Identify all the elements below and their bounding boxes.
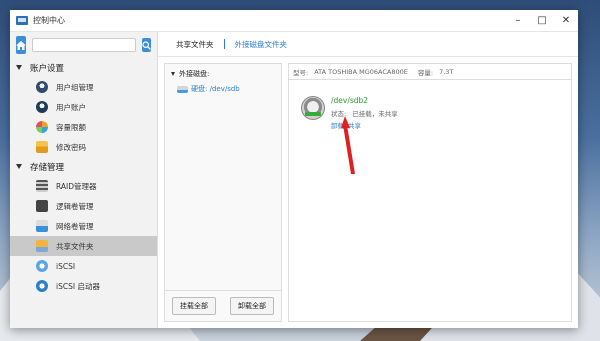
minimize-icon[interactable]: –	[512, 15, 524, 27]
capacity-value: 7.3T	[439, 67, 454, 76]
partition-status: 状态: 已挂载，未共享	[331, 108, 398, 118]
disk-item-label: 硬盘: /dev/sdb	[191, 85, 240, 93]
tab-divider	[223, 39, 225, 49]
sidebar-item-iscsi-initiator[interactable]: iSCSI 启动器	[10, 276, 157, 296]
window-controls: – □ ✕	[512, 15, 572, 27]
group-label: 存储管理	[30, 162, 65, 173]
external-disk-header[interactable]: 外接磁盘:	[165, 64, 281, 81]
partition-name: /dev/sdb2	[331, 96, 369, 105]
sidebar-search-row	[10, 32, 157, 58]
iscsi-initiator-icon	[36, 280, 48, 292]
unmount-link[interactable]: 卸载	[331, 120, 344, 130]
sidebar-item-quota[interactable]: 容量限额	[10, 117, 157, 137]
search-icon	[142, 40, 151, 50]
partition-actions: 卸载 共享	[331, 120, 398, 130]
sidebar-item-label: 修改密码	[56, 142, 86, 152]
sidebar-item-shared-folder[interactable]: 共享文件夹	[10, 236, 157, 256]
user-group-icon	[36, 81, 48, 93]
sidebar-item-label: iSCSI	[56, 261, 76, 271]
lock-icon	[36, 141, 48, 153]
sidebar-item-raid[interactable]: RAID管理器	[10, 176, 157, 196]
window-body: 账户设置 用户组管理 用户账户 容量限额 修改密码 存储管理 RAID管理器 逻…	[10, 32, 578, 328]
sidebar-item-label: 容量限额	[56, 122, 86, 132]
title-bar: 控制中心 – □ ✕	[10, 10, 578, 32]
sidebar-item-network-volume[interactable]: 网络卷管理	[10, 216, 157, 236]
sidebar-item-iscsi[interactable]: iSCSI	[10, 256, 157, 276]
sidebar-item-label: RAID管理器	[56, 181, 97, 191]
capacity-label: 容量:	[417, 68, 434, 77]
shared-folder-icon	[36, 240, 48, 252]
quota-pie-icon	[36, 121, 48, 133]
external-disk-panel: 外接磁盘: 硬盘: /dev/sdb 挂载全部 卸载全部	[164, 63, 282, 322]
sidebar-item-user-account[interactable]: 用户账户	[10, 97, 157, 117]
network-volume-icon	[36, 220, 48, 232]
model-label: 型号:	[293, 68, 309, 77]
status-value: 已挂载，未共享	[352, 110, 398, 118]
window-title: 控制中心	[33, 16, 65, 25]
close-icon[interactable]: ✕	[560, 15, 572, 27]
disk-panel-footer: 挂载全部 卸载全部	[165, 290, 281, 321]
main-area: 共享文件夹 外接磁盘文件夹 外接磁盘: 硬盘: /dev/sdb 挂载全部 卸载…	[158, 32, 578, 328]
group-account-settings[interactable]: 账户设置	[10, 58, 157, 77]
sidebar: 账户设置 用户组管理 用户账户 容量限额 修改密码 存储管理 RAID管理器 逻…	[10, 32, 158, 328]
collapse-triangle-icon	[16, 164, 22, 169]
maximize-icon[interactable]: □	[536, 15, 548, 27]
unmount-all-button[interactable]: 卸载全部	[230, 297, 274, 315]
sidebar-item-label: 逻辑卷管理	[56, 201, 94, 211]
disk-item-sdb[interactable]: 硬盘: /dev/sdb	[165, 81, 281, 94]
hard-disk-icon	[177, 85, 188, 93]
collapse-triangle-icon	[16, 65, 22, 70]
iscsi-icon	[36, 260, 48, 272]
external-disk-header-label: 外接磁盘:	[179, 70, 210, 78]
sidebar-item-label: 用户组管理	[56, 82, 94, 92]
content-area: 外接磁盘: 硬盘: /dev/sdb 挂载全部 卸载全部 型号: ATA TOS…	[158, 57, 578, 328]
sidebar-item-label: 共享文件夹	[56, 241, 94, 251]
partition-info: /dev/sdb2 状态: 已挂载，未共享 卸载 共享	[331, 96, 398, 130]
logical-volume-icon	[36, 200, 48, 212]
sidebar-item-label: 网络卷管理	[56, 221, 94, 231]
partition-card: /dev/sdb2 状态: 已挂载，未共享 卸载 共享	[289, 80, 571, 130]
sidebar-item-label: 用户账户	[56, 102, 86, 112]
mount-all-button[interactable]: 挂载全部	[172, 297, 216, 315]
sidebar-item-logical-volume[interactable]: 逻辑卷管理	[10, 196, 157, 216]
partition-disk-icon	[301, 96, 325, 120]
group-label: 账户设置	[30, 63, 65, 74]
disk-detail-panel: 型号: ATA TOSHIBA MG06ACA800E 容量: 7.3T /de…	[288, 63, 572, 322]
app-monitor-icon	[16, 16, 28, 25]
search-button[interactable]	[142, 38, 151, 52]
sidebar-item-change-password[interactable]: 修改密码	[10, 137, 157, 157]
tab-shared-folder[interactable]: 共享文件夹	[168, 39, 222, 50]
raid-icon	[36, 180, 48, 192]
share-link[interactable]: 共享	[348, 120, 361, 130]
control-center-window: 控制中心 – □ ✕ 账户设置 用户组管理 用户账户 容量限额 修改密码 存储管…	[10, 10, 578, 328]
group-storage-management[interactable]: 存储管理	[10, 157, 157, 176]
tab-external-disk-folder[interactable]: 外接磁盘文件夹	[227, 39, 296, 50]
search-input[interactable]	[32, 38, 136, 52]
home-button[interactable]	[16, 36, 26, 54]
disk-info-row: 型号: ATA TOSHIBA MG06ACA800E 容量: 7.3T	[289, 64, 571, 80]
model-value: ATA TOSHIBA MG06ACA800E	[314, 67, 408, 76]
expand-triangle-icon	[171, 72, 175, 76]
sidebar-item-label: iSCSI 启动器	[56, 281, 100, 291]
tab-bar: 共享文件夹 外接磁盘文件夹	[158, 32, 578, 57]
home-icon	[16, 40, 26, 50]
user-account-icon	[36, 101, 48, 113]
status-label: 状态:	[331, 110, 347, 118]
sidebar-item-user-group[interactable]: 用户组管理	[10, 77, 157, 97]
